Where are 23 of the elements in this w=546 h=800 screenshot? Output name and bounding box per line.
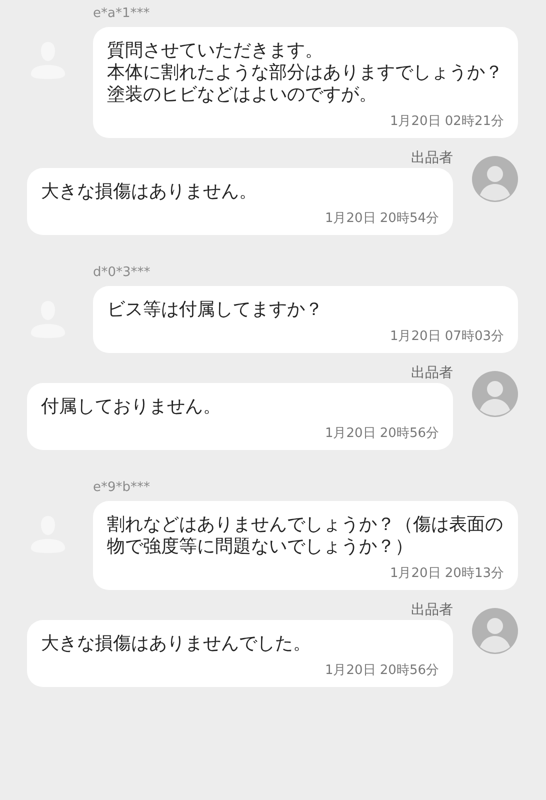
avatar-icon (472, 608, 518, 654)
timestamp: 1月20日 20時56分 (324, 426, 439, 442)
timestamp: 1月20日 20時54分 (324, 211, 439, 227)
message-text: 塗装のヒビなどはよいのですが。 (107, 84, 378, 106)
username: d*0*3*** (93, 265, 152, 281)
message-text: ビス等は付属してますか？ (107, 299, 324, 321)
message-text: 質問させていただきます。 (107, 40, 324, 62)
username: e*a*1*** (93, 6, 151, 22)
message-text: 大きな損傷はありません。 (41, 181, 258, 203)
message-text: 本体に割れたような部分はありますでしょうか？ (107, 62, 504, 84)
timestamp: 1月20日 02時21分 (390, 114, 504, 130)
avatar-icon (472, 371, 518, 417)
message-text: 付属しておりません。 (41, 396, 222, 418)
timestamp: 1月20日 20時13分 (390, 566, 504, 582)
timestamp: 1月20日 07時03分 (390, 329, 504, 345)
seller-label: 出品者 (411, 602, 453, 618)
message-text: 大きな損傷はありませんでした。 (41, 633, 312, 655)
avatar-icon (472, 156, 518, 202)
timestamp: 1月20日 20時56分 (324, 663, 439, 679)
username: e*9*b*** (93, 480, 152, 496)
seller-label: 出品者 (411, 150, 453, 166)
message-text: 割れなどはありませんでしょうか？（傷は表面の物で強度等に問題ないでしょうか？） (107, 514, 504, 558)
seller-label: 出品者 (411, 365, 453, 381)
